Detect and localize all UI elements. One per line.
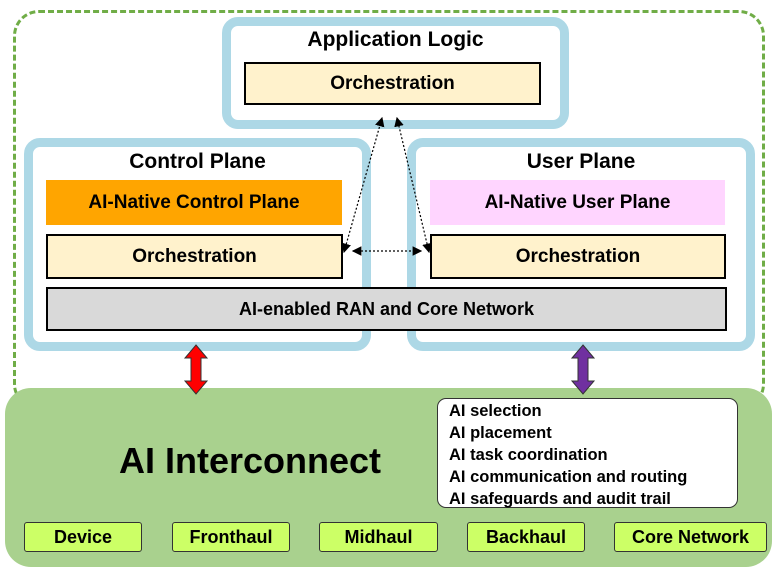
control-interconnect-arrow (183, 344, 209, 395)
user-interconnect-arrow (570, 344, 596, 395)
user-to-app-arrow (394, 116, 432, 254)
control-to-app-arrow (341, 116, 385, 254)
connectors (183, 116, 596, 395)
